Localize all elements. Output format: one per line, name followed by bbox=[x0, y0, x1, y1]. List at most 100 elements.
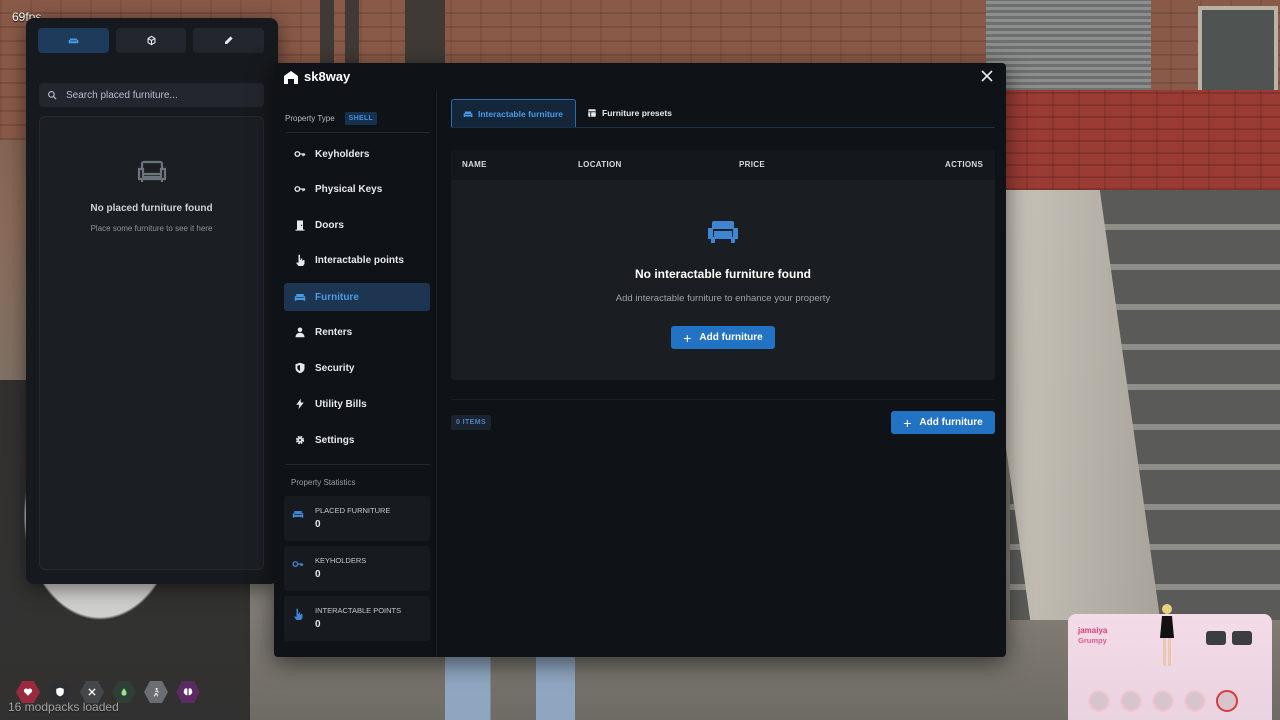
couch-icon bbox=[294, 294, 306, 301]
couch-icon bbox=[137, 160, 167, 182]
user-icon bbox=[295, 327, 305, 338]
plus-icon: + bbox=[903, 414, 912, 431]
cross-icon bbox=[88, 688, 96, 696]
character-status: Grumpy bbox=[1078, 636, 1107, 645]
items-count-badge: 0 ITEMS bbox=[451, 415, 492, 430]
sidebar-item-renters[interactable]: Renters bbox=[284, 318, 430, 346]
furniture-table: NAME LOCATION PRICE ACTIONS No interacta… bbox=[451, 150, 995, 380]
sidebar-item-label: Keyholders bbox=[315, 148, 370, 160]
sidebar-item-utility-bills[interactable]: Utility Bills bbox=[284, 390, 430, 418]
key-icon bbox=[292, 561, 304, 567]
placed-furniture-tab[interactable] bbox=[38, 28, 109, 53]
stress-status bbox=[176, 680, 200, 704]
couch-icon bbox=[68, 38, 79, 44]
search-field[interactable] bbox=[39, 83, 264, 107]
couch-icon bbox=[292, 511, 304, 518]
stat-placed-furniture: PLACED FURNITURE 0 bbox=[284, 496, 430, 541]
sidebar-item-interactable-points[interactable]: Interactable points bbox=[284, 246, 430, 274]
empty-subtitle: Place some furniture to see it here bbox=[90, 224, 213, 233]
stamina-status bbox=[144, 680, 168, 704]
brain-icon bbox=[183, 688, 193, 696]
property-title: sk8way bbox=[304, 69, 351, 84]
add-furniture-footer-button[interactable]: + Add furniture bbox=[891, 411, 995, 434]
stat-label: INTERACTABLE POINTS bbox=[315, 606, 402, 615]
property-modal: sk8way Property Type SHELL Keyholders Ph… bbox=[274, 63, 1006, 657]
stat-interactable-points: INTERACTABLE POINTS 0 bbox=[284, 596, 430, 641]
status-hud bbox=[16, 680, 200, 704]
panel-tabs bbox=[38, 28, 265, 53]
phone-menu-button[interactable] bbox=[1232, 631, 1252, 645]
search-input[interactable] bbox=[64, 88, 248, 102]
empty-title: No interactable furniture found bbox=[634, 267, 811, 281]
alert-icon bbox=[1216, 690, 1238, 712]
sidebar-item-label: Furniture bbox=[315, 291, 359, 303]
gear-icon bbox=[295, 435, 305, 445]
button-label: Add furniture bbox=[699, 332, 763, 343]
close-icon[interactable] bbox=[980, 69, 994, 83]
modal-sidebar: Property Type SHELL Keyholders Physical … bbox=[280, 103, 430, 653]
armor-status bbox=[48, 680, 72, 704]
tab-label: Furniture presets bbox=[602, 107, 672, 118]
phone-toggle-button[interactable] bbox=[1206, 631, 1226, 645]
stat-keyholders: KEYHOLDERS 0 bbox=[284, 546, 430, 591]
character-name: jamaiya bbox=[1078, 626, 1108, 635]
edit-tab[interactable] bbox=[193, 28, 265, 53]
health-status bbox=[16, 680, 40, 704]
sidebar-item-label: Utility Bills bbox=[315, 398, 367, 410]
tab-interactable-furniture[interactable]: Interactable furniture bbox=[451, 99, 577, 127]
stat-label: KEYHOLDERS bbox=[315, 556, 367, 565]
house-logo-icon bbox=[284, 71, 298, 84]
sidebar-item-security[interactable]: Security bbox=[284, 354, 430, 382]
placed-furniture-panel: No placed furniture found Place some fur… bbox=[26, 18, 278, 584]
table-header: NAME LOCATION PRICE ACTIONS bbox=[451, 150, 995, 180]
drink-icon bbox=[1120, 690, 1142, 712]
property-type-row: Property Type SHELL bbox=[285, 111, 378, 125]
sidebar-divider bbox=[285, 464, 430, 465]
furniture-tabs: Interactable furniture Furniture presets bbox=[451, 99, 684, 127]
tab-furniture-presets[interactable]: Furniture presets bbox=[576, 99, 684, 126]
column-header-location: LOCATION bbox=[578, 160, 622, 169]
sidebar-item-keyholders[interactable]: Keyholders bbox=[284, 140, 430, 168]
placed-furniture-list: No placed furniture found Place some fur… bbox=[39, 116, 264, 570]
add-furniture-button[interactable]: + Add furniture bbox=[671, 326, 775, 349]
sidebar-item-furniture[interactable]: Furniture bbox=[284, 283, 430, 311]
sidebar-item-doors[interactable]: Doors bbox=[284, 211, 430, 239]
couch-icon bbox=[463, 111, 473, 117]
search-icon bbox=[48, 91, 57, 100]
door-icon bbox=[295, 220, 305, 231]
sidebar-item-settings[interactable]: Settings bbox=[284, 426, 430, 454]
cross-icon bbox=[1184, 690, 1206, 712]
run-icon bbox=[153, 687, 159, 697]
stat-value: 0 bbox=[315, 619, 321, 630]
pointer-icon bbox=[296, 254, 305, 266]
cube-tab[interactable] bbox=[115, 28, 187, 53]
plus-icon: + bbox=[683, 329, 692, 346]
sidebar-item-label: Doors bbox=[315, 219, 344, 231]
column-header-price: PRICE bbox=[739, 160, 765, 169]
stat-value: 0 bbox=[315, 519, 321, 530]
stat-value: 0 bbox=[315, 569, 321, 580]
phone-status-icons bbox=[1088, 690, 1238, 712]
sidebar-item-label: Security bbox=[315, 362, 355, 374]
column-header-name: NAME bbox=[462, 160, 487, 169]
drop-icon bbox=[121, 688, 127, 696]
sidebar-item-label: Renters bbox=[315, 326, 353, 338]
modal-header: sk8way bbox=[274, 63, 1006, 91]
sidebar-divider bbox=[285, 132, 430, 133]
sidebar-item-physical-keys[interactable]: Physical Keys bbox=[284, 175, 430, 203]
food-icon bbox=[1152, 690, 1174, 712]
footer-divider bbox=[451, 399, 995, 400]
shield-icon bbox=[56, 687, 64, 697]
sidebar-item-label: Settings bbox=[315, 434, 355, 446]
button-label: Add furniture bbox=[919, 417, 983, 428]
couch-icon bbox=[708, 221, 738, 243]
thirst-status bbox=[112, 680, 136, 704]
heart-icon bbox=[1088, 690, 1110, 712]
character-avatar bbox=[1160, 604, 1174, 666]
pencil-icon bbox=[225, 36, 233, 44]
phone-widget[interactable]: jamaiya Grumpy bbox=[1068, 604, 1272, 720]
stat-label: PLACED FURNITURE bbox=[315, 506, 391, 515]
empty-subtitle: Add interactable furniture to enhance yo… bbox=[615, 293, 831, 304]
empty-title: No placed furniture found bbox=[90, 203, 213, 214]
cube-icon bbox=[147, 35, 155, 46]
